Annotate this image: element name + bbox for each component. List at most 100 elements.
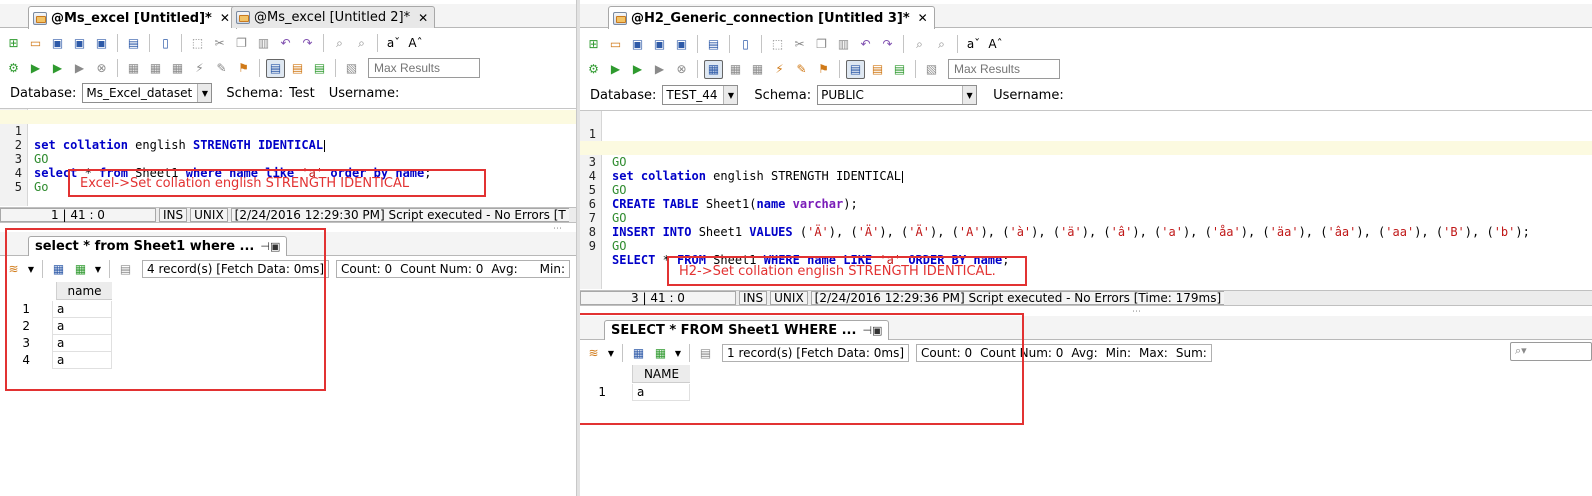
right-sql-editor[interactable]: 1 Drop Table Sheet1 2 GO 3 set collation… bbox=[580, 110, 1592, 289]
toolbar-separator bbox=[957, 35, 958, 53]
results-text-icon[interactable]: ▤ bbox=[868, 60, 887, 79]
redo-icon[interactable]: ↷ bbox=[298, 34, 317, 53]
save-as-icon[interactable]: ▣ bbox=[70, 34, 89, 53]
left-editor-pane: @Ms_excel [Untitled]* ✕ @Ms_excel [Untit… bbox=[0, 0, 576, 496]
copy-icon[interactable]: ❐ bbox=[232, 34, 251, 53]
uppercase-icon[interactable]: Aˆ bbox=[406, 34, 425, 53]
code-line: 6 GO bbox=[588, 197, 627, 225]
auto-commit-icon[interactable]: ▦ bbox=[748, 60, 767, 79]
rollback-icon[interactable]: ▦ bbox=[146, 59, 165, 78]
find-next-icon[interactable]: ⌕ bbox=[932, 35, 951, 54]
result-search-input[interactable]: ⌕▾ bbox=[1510, 342, 1592, 361]
results-grid-icon[interactable]: ▤ bbox=[846, 59, 865, 79]
cut-icon[interactable]: ✂ bbox=[210, 34, 229, 53]
history-icon[interactable]: ▧ bbox=[922, 60, 941, 79]
schema-select[interactable]: PUBLIC ▼ bbox=[817, 85, 978, 105]
open-file-icon[interactable]: ▭ bbox=[26, 34, 45, 53]
execute-explain-icon[interactable]: ⚙ bbox=[4, 59, 23, 78]
select-icon[interactable]: ⬚ bbox=[188, 34, 207, 53]
close-icon[interactable]: ✕ bbox=[220, 11, 230, 25]
history-icon[interactable]: ▧ bbox=[342, 59, 361, 78]
uppercase-icon[interactable]: Aˆ bbox=[986, 35, 1005, 54]
tab-ms-excel-untitled[interactable]: @Ms_excel [Untitled]* ✕ bbox=[28, 6, 237, 29]
tab-label: @Ms_excel [Untitled]* bbox=[51, 10, 212, 26]
redo-icon[interactable]: ↷ bbox=[878, 35, 897, 54]
save-as-icon[interactable]: ▣ bbox=[650, 35, 669, 54]
tab-h2-generic-connection[interactable]: @H2_Generic_connection [Untitled 3]* ✕ bbox=[608, 6, 935, 29]
execute-script-icon[interactable]: ▶ bbox=[70, 59, 89, 78]
execute-icon[interactable]: ▶ bbox=[606, 60, 625, 79]
code-line: 8 GO bbox=[588, 225, 627, 253]
close-icon[interactable]: ✕ bbox=[918, 11, 928, 25]
toolbar-separator bbox=[915, 60, 916, 78]
save-icon[interactable]: ▣ bbox=[48, 34, 67, 53]
plug-icon[interactable]: ⚡ bbox=[770, 60, 789, 79]
toolbar-separator bbox=[761, 35, 762, 53]
code-line: 4 Go bbox=[14, 166, 49, 194]
results-text-icon[interactable]: ▤ bbox=[288, 59, 307, 78]
chevron-down-icon: ▼ bbox=[723, 86, 738, 104]
auto-commit-icon[interactable]: ▦ bbox=[168, 59, 187, 78]
query-builder-icon[interactable]: ⚑ bbox=[814, 60, 833, 79]
new-file-icon[interactable]: ⊞ bbox=[4, 34, 23, 53]
max-results-input[interactable] bbox=[368, 58, 480, 78]
code-line: 7 INSERT INTO Sheet1 VALUES ('Ä'), ('Ä')… bbox=[588, 211, 1530, 239]
left-sql-editor[interactable]: 1 set collation english STRENGTH IDENTIC… bbox=[0, 108, 576, 206]
stop-icon[interactable]: ⊗ bbox=[92, 59, 111, 78]
plug-icon[interactable]: ⚡ bbox=[190, 59, 209, 78]
query-builder-icon[interactable]: ⚑ bbox=[234, 59, 253, 78]
execute-current-icon[interactable]: ▶ bbox=[48, 59, 67, 78]
find-next-icon[interactable]: ⌕ bbox=[352, 34, 371, 53]
print-icon[interactable]: ▤ bbox=[124, 34, 143, 53]
stop-icon[interactable]: ⊗ bbox=[672, 60, 691, 79]
commit-icon[interactable]: ▦ bbox=[704, 59, 723, 79]
right-status-bar: 3 | 41 : 0 INS UNIX [2/24/2016 12:29:36 … bbox=[580, 290, 1592, 306]
execute-explain-icon[interactable]: ⚙ bbox=[584, 60, 603, 79]
cursor-position: 1 | 41 : 0 bbox=[0, 208, 156, 222]
execute-current-icon[interactable]: ▶ bbox=[628, 60, 647, 79]
undo-icon[interactable]: ↶ bbox=[856, 35, 875, 54]
lowercase-icon[interactable]: aˇ bbox=[384, 34, 403, 53]
results-grid-icon[interactable]: ▤ bbox=[266, 58, 285, 78]
select-icon[interactable]: ⬚ bbox=[768, 35, 787, 54]
database-connection-icon bbox=[33, 11, 47, 25]
copy-icon[interactable]: ❐ bbox=[812, 35, 831, 54]
save-all-icon[interactable]: ▣ bbox=[672, 35, 691, 54]
max-results-input[interactable] bbox=[948, 59, 1060, 79]
line-ending: UNIX bbox=[190, 208, 228, 222]
commit-icon[interactable]: ▦ bbox=[124, 59, 143, 78]
close-icon[interactable]: ✕ bbox=[418, 11, 428, 25]
execute-script-icon[interactable]: ▶ bbox=[650, 60, 669, 79]
new-file-icon[interactable]: ⊞ bbox=[584, 35, 603, 54]
page-setup-icon[interactable]: ▯ bbox=[736, 35, 755, 54]
open-file-icon[interactable]: ▭ bbox=[606, 35, 625, 54]
database-select[interactable]: TEST_44 ▼ bbox=[662, 85, 739, 105]
save-all-icon[interactable]: ▣ bbox=[92, 34, 111, 53]
cut-icon[interactable]: ✂ bbox=[790, 35, 809, 54]
database-select[interactable]: Ms_Excel_dataset ▼ bbox=[82, 83, 213, 103]
highlight-box bbox=[5, 228, 326, 391]
lowercase-icon[interactable]: aˇ bbox=[964, 35, 983, 54]
rollback-icon[interactable]: ▦ bbox=[726, 60, 745, 79]
results-export-icon[interactable]: ▤ bbox=[890, 60, 909, 79]
database-value: TEST_44 bbox=[666, 88, 718, 102]
chevron-down-icon: ▼ bbox=[962, 86, 977, 104]
results-export-icon[interactable]: ▤ bbox=[310, 59, 329, 78]
code-line: 9 SELECT * FROM Sheet1 WHERE name LIKE '… bbox=[588, 239, 1010, 267]
format-icon[interactable]: ✎ bbox=[792, 60, 811, 79]
print-icon[interactable]: ▤ bbox=[704, 35, 723, 54]
right-toolbar-row-1: ⊞ ▭ ▣ ▣ ▣ ▤ ▯ ⬚ ✂ ❐ ▥ ↶ ↷ ⌕ ⌕ aˇ Aˆ bbox=[584, 33, 1005, 55]
tab-ms-excel-untitled-2[interactable]: @Ms_excel [Untitled 2]* ✕ bbox=[231, 6, 436, 28]
save-icon[interactable]: ▣ bbox=[628, 35, 647, 54]
cursor-position: 3 | 41 : 0 bbox=[580, 291, 736, 305]
username-label: Username: bbox=[993, 87, 1064, 103]
paste-icon[interactable]: ▥ bbox=[834, 35, 853, 54]
format-icon[interactable]: ✎ bbox=[212, 59, 231, 78]
paste-icon[interactable]: ▥ bbox=[254, 34, 273, 53]
find-icon[interactable]: ⌕ bbox=[330, 34, 349, 53]
chevron-down-icon: ▼ bbox=[197, 84, 212, 102]
find-icon[interactable]: ⌕ bbox=[910, 35, 929, 54]
undo-icon[interactable]: ↶ bbox=[276, 34, 295, 53]
page-setup-icon[interactable]: ▯ bbox=[156, 34, 175, 53]
execute-icon[interactable]: ▶ bbox=[26, 59, 45, 78]
